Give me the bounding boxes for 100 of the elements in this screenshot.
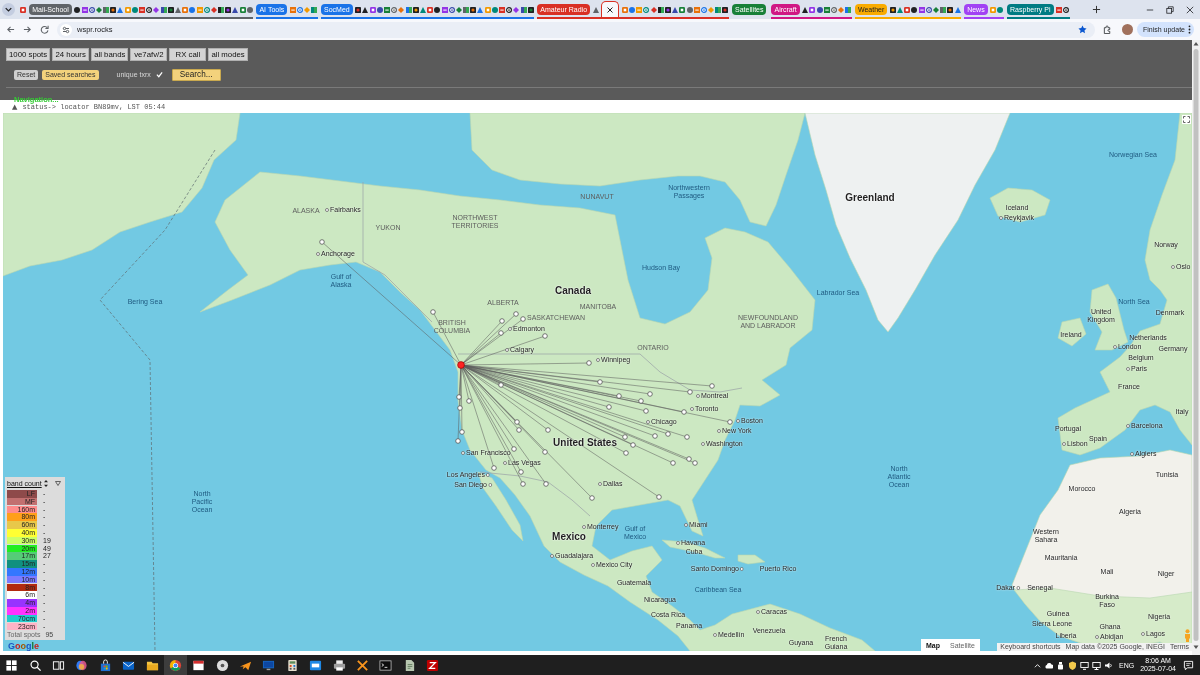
receiver-marker[interactable] (542, 449, 548, 455)
favicon-icon[interactable] (722, 6, 729, 13)
avatar-icon[interactable] (1121, 24, 1133, 35)
vertical-scrollbar[interactable] (1192, 40, 1200, 655)
reload-icon[interactable] (40, 25, 49, 34)
sort-icon[interactable] (43, 480, 48, 487)
filter-icon[interactable] (55, 481, 61, 486)
favicon-icon[interactable] (947, 6, 954, 13)
receiver-marker[interactable] (498, 330, 504, 336)
chevron-down-icon[interactable] (2, 3, 15, 16)
receiver-marker[interactable] (542, 333, 548, 339)
receiver-marker[interactable] (457, 405, 463, 411)
receiver-marker[interactable] (518, 469, 524, 475)
restore-icon[interactable] (1166, 5, 1174, 14)
favicon-icon[interactable] (911, 6, 918, 13)
receiver-marker[interactable] (665, 431, 671, 437)
transmitter-marker[interactable] (457, 361, 465, 369)
fullscreen-icon[interactable] (1182, 115, 1191, 124)
receiver-marker[interactable] (319, 239, 325, 245)
ring-logo-icon[interactable] (168, 658, 182, 672)
zigzag-tile-icon[interactable] (426, 658, 440, 672)
favicon-icon[interactable] (167, 6, 174, 13)
receiver-marker[interactable] (643, 408, 649, 414)
receiver-marker[interactable] (681, 409, 687, 415)
receiver-marker[interactable] (670, 460, 676, 466)
favicon-icon[interactable] (355, 6, 362, 13)
desktop-icon[interactable] (1092, 660, 1101, 670)
receiver-marker[interactable] (589, 495, 595, 501)
receiver-marker[interactable] (466, 398, 472, 404)
calculator-icon[interactable] (285, 658, 299, 672)
receiver-marker[interactable] (606, 404, 612, 410)
favicon-icon[interactable] (412, 6, 419, 13)
receiver-marker[interactable] (638, 398, 644, 404)
receiver-marker[interactable] (586, 360, 592, 366)
favicon-icon[interactable] (74, 6, 81, 13)
receiver-marker[interactable] (545, 427, 551, 433)
favicon-icon[interactable] (376, 6, 383, 13)
search-icon[interactable] (28, 658, 42, 672)
receiver-marker[interactable] (491, 465, 497, 471)
favicon-icon[interactable] (664, 6, 671, 13)
receiver-marker[interactable] (622, 434, 628, 440)
shield-icon[interactable] (1068, 660, 1077, 670)
favicon-icon[interactable] (218, 6, 225, 13)
terminal-icon[interactable] (379, 658, 393, 672)
receiver-marker[interactable] (459, 429, 465, 435)
checkbox[interactable] (155, 71, 163, 78)
card-icon[interactable] (309, 658, 323, 672)
speaker-icon[interactable] (1104, 660, 1113, 670)
favicon-icon[interactable] (434, 6, 441, 13)
favicon-icon[interactable] (672, 6, 679, 13)
overlapping-ovals-icon[interactable] (75, 658, 89, 672)
receiver-marker[interactable] (709, 383, 715, 389)
favicon-icon[interactable] (809, 6, 816, 13)
task-view-icon[interactable] (51, 658, 65, 672)
usb-drive-icon[interactable] (1056, 660, 1065, 670)
favicon-icon[interactable] (369, 6, 376, 13)
close-icon[interactable] (1186, 5, 1194, 14)
favicon-icon[interactable] (520, 6, 527, 13)
favicon-icon[interactable] (1063, 6, 1070, 13)
receiver-marker[interactable] (692, 460, 698, 466)
forward-arrow-icon[interactable] (23, 25, 32, 34)
favicon-icon[interactable] (470, 6, 477, 13)
more-icon[interactable] (1188, 25, 1191, 34)
cross-icon[interactable] (356, 658, 370, 672)
notification-icon[interactable] (1183, 659, 1194, 671)
close-icon[interactable] (607, 6, 614, 13)
receiver-marker[interactable] (687, 389, 693, 395)
chevron-up-icon[interactable] (1034, 662, 1041, 668)
receiver-marker[interactable] (516, 427, 522, 433)
receiver-marker[interactable] (727, 419, 733, 425)
receiver-marker[interactable] (647, 391, 653, 397)
favicon-icon[interactable] (506, 6, 513, 13)
receiver-marker[interactable] (543, 481, 549, 487)
favicon-icon[interactable] (146, 6, 153, 13)
receiver-marker[interactable] (520, 481, 526, 487)
monitor-icon[interactable] (262, 658, 276, 672)
receiver-marker[interactable] (499, 318, 505, 324)
receiver-marker[interactable] (511, 446, 517, 452)
site-settings-icon[interactable] (60, 23, 72, 36)
receiver-marker[interactable] (520, 316, 526, 322)
windows-logo-icon[interactable] (5, 658, 19, 672)
receiver-marker[interactable] (616, 393, 622, 399)
favicon-icon[interactable] (225, 6, 232, 13)
favicon-icon[interactable] (802, 6, 809, 13)
favicon-icon[interactable] (889, 6, 896, 13)
disc-icon[interactable] (215, 658, 229, 672)
active-tab[interactable] (601, 1, 620, 17)
favicon-icon[interactable] (362, 6, 369, 13)
favicon-icon[interactable] (657, 6, 664, 13)
shopping-bag-icon[interactable] (98, 658, 112, 672)
search-button[interactable]: Search... (171, 68, 221, 81)
taskbar-button[interactable] (163, 655, 188, 675)
plus-icon[interactable] (1091, 5, 1101, 14)
favicon-icon[interactable] (110, 6, 117, 13)
receiver-marker[interactable] (456, 394, 462, 400)
receiver-marker[interactable] (623, 450, 629, 456)
receiver-marker[interactable] (656, 494, 662, 500)
display-icon[interactable] (1080, 660, 1089, 670)
cloud-icon[interactable] (1044, 660, 1053, 670)
receiver-marker[interactable] (430, 309, 436, 315)
